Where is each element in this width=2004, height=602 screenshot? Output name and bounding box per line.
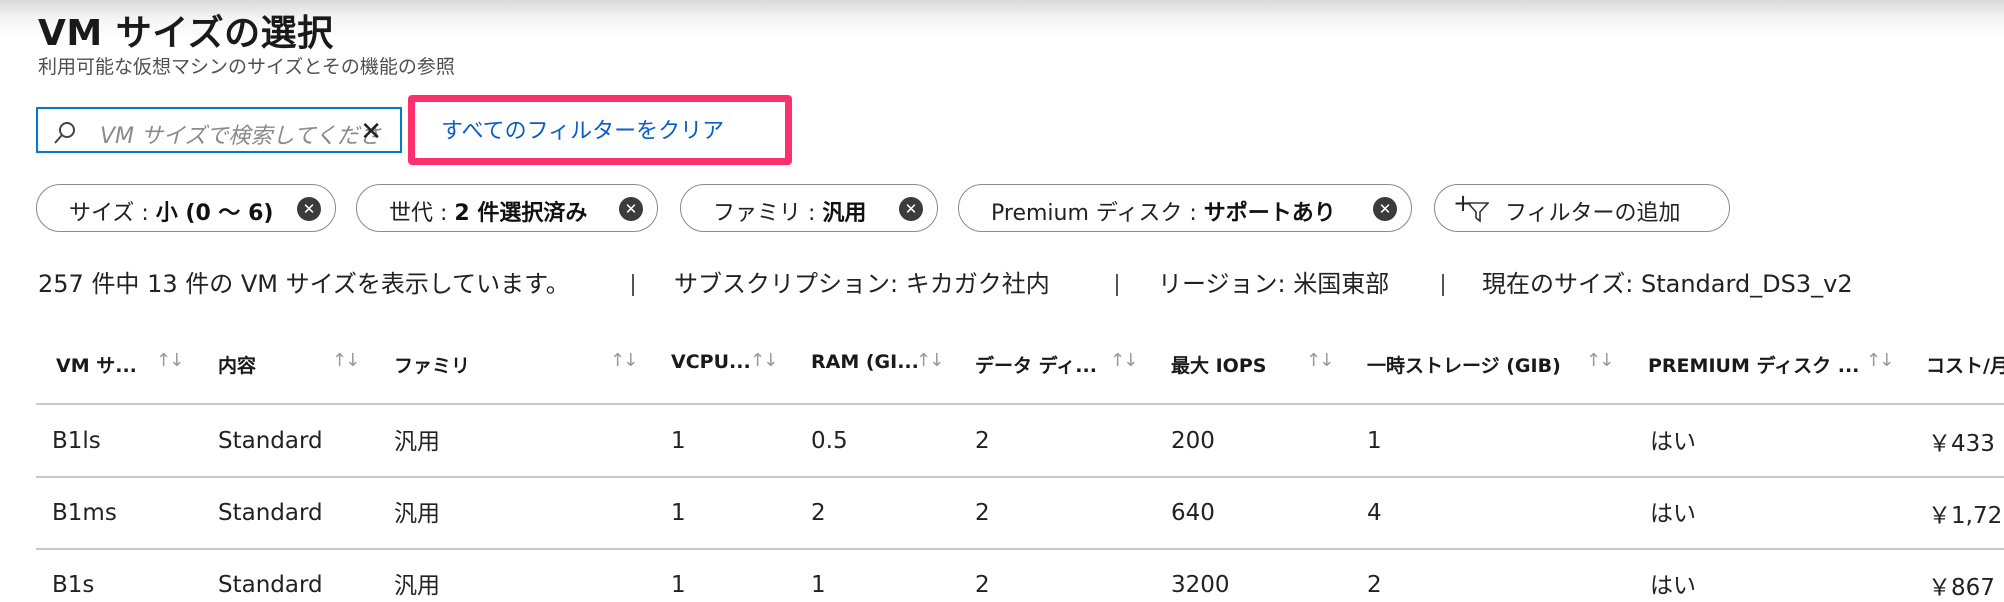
sort-icon[interactable]: ↑↓	[1306, 350, 1334, 371]
sort-icon[interactable]: ↑↓	[916, 350, 944, 371]
current-size-label: 現在のサイズ: Standard_DS3_v2	[1482, 270, 1853, 298]
filter-value: 汎用	[822, 201, 867, 226]
column-header-vm-size[interactable]: VM サ...	[56, 351, 137, 378]
filter-key: サイズ :	[69, 201, 156, 226]
column-header-temp-storage[interactable]: 一時ストレージ (GIB)	[1367, 351, 1561, 378]
row-divider	[36, 548, 2004, 550]
filter-pill-generation[interactable]: 世代 : 2 件選択済み ✕	[356, 184, 658, 232]
sort-icon[interactable]: ↑↓	[1866, 350, 1894, 371]
page-title: VM サイズの選択	[38, 13, 334, 54]
filter-pill-size[interactable]: サイズ : 小 (0 〜 6) ✕	[36, 184, 336, 232]
cell-description: Standard	[218, 572, 323, 598]
column-header-cost[interactable]: コスト/月	[1926, 351, 2004, 378]
subscription-label: サブスクリプション: キカガク社内	[674, 270, 1050, 298]
cell-ram: 0.5	[811, 428, 848, 454]
search-input[interactable]: VM サイズで検索してください ✕	[36, 107, 402, 153]
cell-data-disks: 2	[975, 428, 990, 454]
cell-family: 汎用	[394, 573, 440, 599]
divider	[1116, 274, 1118, 296]
column-header-family[interactable]: ファミリ	[394, 351, 470, 378]
clear-all-filters-button[interactable]: すべてのフィルターをクリア	[408, 95, 792, 165]
sort-icon[interactable]: ↑↓	[1586, 350, 1614, 371]
cell-vcpu: 1	[671, 428, 686, 454]
filter-key: Premium ディスク :	[991, 201, 1204, 226]
cell-temp-storage: 4	[1367, 500, 1382, 526]
filter-key: ファミリ :	[713, 201, 823, 226]
column-header-vcpu[interactable]: VCPU...	[671, 351, 751, 373]
cell-max-iops: 3200	[1171, 572, 1230, 598]
cell-temp-storage: 1	[1367, 428, 1382, 454]
cell-premium-disk: はい	[1650, 501, 1696, 527]
cell-data-disks: 2	[975, 500, 990, 526]
cell-cost: ￥867	[1928, 575, 1995, 601]
clear-all-filters-label: すべてのフィルターをクリア	[441, 119, 725, 144]
filter-value: 小 (0 〜 6)	[155, 201, 274, 226]
funnel-icon	[1467, 202, 1489, 223]
divider	[632, 274, 634, 296]
cell-vcpu: 1	[671, 572, 686, 598]
cell-cost: ￥433	[1928, 431, 1995, 457]
remove-filter-icon[interactable]: ✕	[899, 197, 923, 221]
cell-premium-disk: はい	[1650, 429, 1696, 455]
cell-ram: 1	[811, 572, 826, 598]
search-placeholder: VM サイズで検索してください	[100, 124, 386, 149]
close-icon[interactable]: ✕	[360, 117, 382, 147]
cell-cost: ￥1,725	[1928, 503, 2004, 529]
remove-filter-icon[interactable]: ✕	[1373, 197, 1397, 221]
column-header-max-iops[interactable]: 最大 IOPS	[1171, 351, 1266, 378]
sort-icon[interactable]: ↑↓	[750, 350, 778, 371]
cell-description: Standard	[218, 428, 323, 454]
column-header-premium-disk[interactable]: PREMIUM ディスク ...	[1648, 351, 1859, 378]
search-icon	[54, 122, 75, 144]
filter-pill-family[interactable]: ファミリ : 汎用 ✕	[680, 184, 938, 232]
filter-key: 世代 :	[389, 201, 455, 226]
sort-icon[interactable]: ↑↓	[156, 350, 184, 371]
cell-vcpu: 1	[671, 500, 686, 526]
filter-value: 2 件選択済み	[454, 201, 588, 226]
cell-max-iops: 200	[1171, 428, 1215, 454]
column-header-description[interactable]: 内容	[218, 351, 256, 378]
cell-vm-size: B1ms	[52, 500, 117, 526]
cell-description: Standard	[218, 500, 323, 526]
column-header-ram[interactable]: RAM (GI...	[811, 351, 919, 373]
sort-icon[interactable]: ↑↓	[332, 350, 360, 371]
sort-icon[interactable]: ↑↓	[610, 350, 638, 371]
cell-family: 汎用	[394, 501, 440, 527]
add-filter-label: フィルターの追加	[1505, 201, 1681, 226]
cell-vm-size: B1s	[52, 572, 95, 598]
column-header-data-disks[interactable]: データ ディ...	[975, 351, 1097, 378]
result-count: 257 件中 13 件の VM サイズを表示しています。	[38, 270, 570, 298]
cell-premium-disk: はい	[1650, 573, 1696, 599]
filter-pill-premium-disk[interactable]: Premium ディスク : サポートあり ✕	[958, 184, 1412, 232]
remove-filter-icon[interactable]: ✕	[297, 197, 321, 221]
cell-data-disks: 2	[975, 572, 990, 598]
page-subtitle: 利用可能な仮想マシンのサイズとその機能の参照	[38, 56, 455, 78]
add-filter-button[interactable]: + フィルターの追加	[1434, 184, 1730, 232]
sort-icon[interactable]: ↑↓	[1110, 350, 1138, 371]
cell-ram: 2	[811, 500, 826, 526]
row-divider	[36, 476, 2004, 478]
cell-max-iops: 640	[1171, 500, 1215, 526]
remove-filter-icon[interactable]: ✕	[619, 197, 643, 221]
filter-value: サポートあり	[1203, 201, 1336, 226]
region-label: リージョン: 米国東部	[1158, 270, 1390, 298]
table-divider	[36, 403, 2004, 405]
cell-temp-storage: 2	[1367, 572, 1382, 598]
divider	[1442, 274, 1444, 296]
cell-vm-size: B1ls	[52, 428, 101, 454]
cell-family: 汎用	[394, 429, 440, 455]
